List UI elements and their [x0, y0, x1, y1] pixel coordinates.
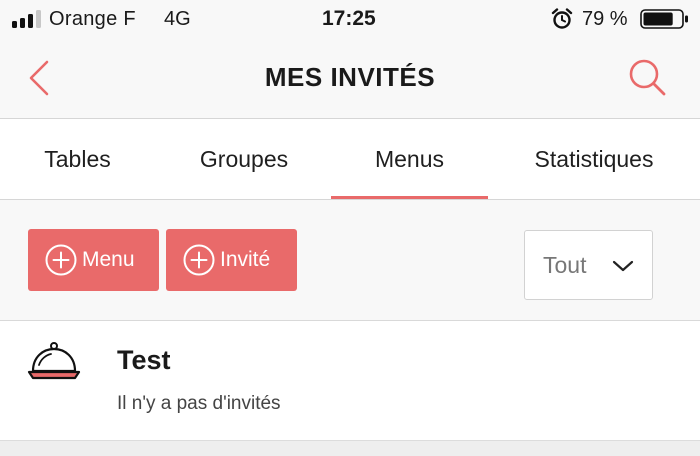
tab-bar: Tables Groupes Menus Statistiques: [0, 119, 700, 200]
add-menu-label: Menu: [82, 248, 135, 271]
list-footer: [0, 440, 700, 456]
page-title: MES INVITÉS: [264, 62, 436, 92]
add-menu-button[interactable]: Menu: [28, 229, 159, 291]
menu-list-item[interactable]: Test Il n'y a pas d'invités: [0, 321, 700, 440]
add-guest-button[interactable]: Invité: [166, 229, 297, 291]
signal-icon: [12, 10, 41, 28]
battery-percent: 79 %: [582, 8, 628, 30]
battery-icon: [640, 9, 688, 29]
network-type: 4G: [164, 8, 191, 30]
menu-name: Test: [117, 345, 171, 375]
status-bar: Orange F 4G 17:25 79 %: [0, 0, 700, 40]
tab-menus[interactable]: Menus: [331, 119, 488, 199]
tab-groupes[interactable]: Groupes: [160, 119, 328, 199]
filter-value: Tout: [543, 252, 587, 278]
navigation-bar: MES INVITÉS: [0, 40, 700, 119]
menu-guest-status: Il n'y a pas d'invités: [117, 393, 281, 414]
carrier-name: Orange F: [49, 8, 136, 30]
action-bar: Menu Invité Tout: [0, 200, 700, 321]
tab-tables[interactable]: Tables: [0, 119, 155, 199]
add-guest-label: Invité: [220, 248, 271, 271]
chevron-down-icon: [612, 260, 634, 272]
active-tab-indicator: [331, 196, 488, 199]
tab-statistiques[interactable]: Statistiques: [492, 119, 696, 199]
plus-circle-icon: [45, 244, 77, 276]
status-time: 17:25: [322, 7, 376, 30]
search-icon: [629, 59, 666, 96]
alarm-clock-icon: [551, 8, 573, 29]
cloche-icon: [27, 342, 81, 380]
search-button[interactable]: [626, 56, 670, 100]
filter-select[interactable]: Tout: [524, 230, 653, 300]
plus-circle-icon: [183, 244, 215, 276]
